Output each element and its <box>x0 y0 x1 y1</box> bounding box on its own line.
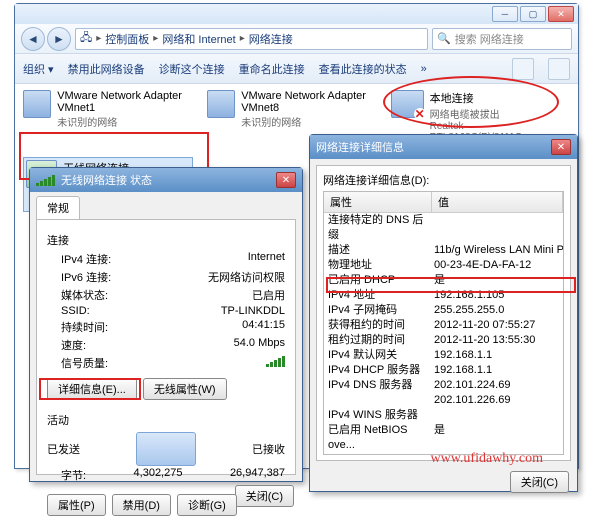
more-button[interactable]: » <box>421 63 427 75</box>
diagnose-button[interactable]: 诊断(G) <box>177 494 237 516</box>
table-row[interactable]: IPv4 WINS 服务器 <box>324 408 563 423</box>
table-row[interactable]: 连接特定的 DNS 后缀 <box>324 213 563 243</box>
diagnose-button[interactable]: 诊断这个连接 <box>159 61 225 77</box>
recv-label: 已接收 <box>252 441 285 457</box>
folder-icon: 🖧 <box>80 29 92 48</box>
details-button[interactable]: 详细信息(E)... <box>47 378 137 400</box>
table-row[interactable]: 已启用 NetBIOS ove...是 <box>324 423 563 453</box>
maximize-button[interactable]: ▢ <box>520 6 546 22</box>
organize-button[interactable]: 组织 ▾ <box>23 61 54 77</box>
activity-icon <box>136 432 196 466</box>
back-button[interactable]: ◄ <box>21 27 45 51</box>
dialog-titlebar: 无线网络连接 状态 ✕ <box>30 168 302 192</box>
breadcrumb[interactable]: 🖧 ▸ 控制面板 ▸ 网络和 Internet ▸ 网络连接 <box>75 28 428 50</box>
wireless-props-button[interactable]: 无线属性(W) <box>143 378 227 400</box>
table-row[interactable]: IPv4 DNS 服务器202.101.224.69 <box>324 378 563 393</box>
section-activity: 活动 <box>47 412 285 428</box>
signal-icon <box>36 174 55 186</box>
adapter-status: 未识别的网络 <box>57 114 193 129</box>
table-row[interactable]: 租约过期的时间2012-11-20 13:55:30 <box>324 333 563 348</box>
bc-connections[interactable]: 网络连接 <box>249 31 293 47</box>
search-input[interactable]: 🔍 搜索 网络连接 <box>432 28 572 50</box>
adapter-vmnet1[interactable]: VMware Network Adapter VMnet1 未识别的网络 <box>23 90 193 143</box>
signal-bars <box>266 355 285 367</box>
navbar: ◄ ► 🖧 ▸ 控制面板 ▸ 网络和 Internet ▸ 网络连接 🔍 搜索 … <box>15 24 578 54</box>
adapter-name: VMware Network Adapter VMnet8 <box>241 90 377 114</box>
detail-heading: 网络连接详细信息(D): <box>323 172 564 188</box>
table-row[interactable]: 202.101.226.69 <box>324 393 563 408</box>
status-dialog: 无线网络连接 状态 ✕ 常规 连接 IPv4 连接:Internet IPv6 … <box>29 167 303 482</box>
table-row[interactable]: 已启用 DHCP是 <box>324 273 563 288</box>
viewstatus-button[interactable]: 查看此连接的状态 <box>319 61 407 77</box>
titlebar: ─ ▢ ✕ <box>15 4 578 24</box>
watermark: www.ufidawhy.com <box>431 451 544 467</box>
section-connection: 连接 <box>47 232 285 248</box>
minimize-button[interactable]: ─ <box>492 6 518 22</box>
adapter-status: 未识别的网络 <box>241 114 377 129</box>
close-button[interactable]: ✕ <box>551 139 571 155</box>
adapter-icon <box>391 90 424 118</box>
search-placeholder: 搜索 网络连接 <box>455 31 524 47</box>
properties-button[interactable]: 属性(P) <box>47 494 106 516</box>
close-button[interactable]: ✕ <box>276 172 296 188</box>
help-icon[interactable] <box>548 58 570 80</box>
detail-dialog: 网络连接详细信息 ✕ 网络连接详细信息(D): 属性 值 连接特定的 DNS 后… <box>309 134 578 492</box>
dialog-title: 无线网络连接 状态 <box>61 172 152 188</box>
dialog-title: 网络连接详细信息 <box>316 139 404 155</box>
rename-button[interactable]: 重命名此连接 <box>239 61 305 77</box>
table-row[interactable]: IPv4 DHCP 服务器192.168.1.1 <box>324 363 563 378</box>
adapter-name: VMware Network Adapter VMnet1 <box>57 90 193 114</box>
search-icon: 🔍 <box>437 32 451 45</box>
table-row[interactable]: 获得租约的时间2012-11-20 07:55:27 <box>324 318 563 333</box>
table-row[interactable]: IPv4 子网掩码255.255.255.0 <box>324 303 563 318</box>
disable-button[interactable]: 禁用此网络设备 <box>68 61 145 77</box>
table-row[interactable]: 物理地址00-23-4E-DA-FA-12 <box>324 258 563 273</box>
adapter-icon <box>207 90 235 118</box>
detail-table: 属性 值 连接特定的 DNS 后缀描述11b/g Wireless LAN Mi… <box>323 191 564 455</box>
adapter-status: 网络电缆被拔出 <box>430 106 561 121</box>
adapter-icon <box>23 90 51 118</box>
bc-control[interactable]: 控制面板 <box>105 31 149 47</box>
table-row[interactable]: 描述11b/g Wireless LAN Mini PCI Ex <box>324 243 563 258</box>
dialog-titlebar: 网络连接详细信息 ✕ <box>310 135 577 159</box>
close-button[interactable]: 关闭(C) <box>510 471 569 493</box>
table-row[interactable]: IPv4 地址192.168.1.105 <box>324 288 563 303</box>
col-value: 值 <box>432 192 563 212</box>
adapter-name: 本地连接 <box>430 90 561 106</box>
table-row[interactable]: IPv4 默认网关192.168.1.1 <box>324 348 563 363</box>
disable-button[interactable]: 禁用(D) <box>112 494 171 516</box>
col-property: 属性 <box>324 192 432 212</box>
toolbar: 组织 ▾ 禁用此网络设备 诊断这个连接 重命名此连接 查看此连接的状态 » <box>15 54 578 84</box>
sent-label: 已发送 <box>47 441 80 457</box>
view-icon[interactable] <box>512 58 534 80</box>
tab-general[interactable]: 常规 <box>36 196 80 219</box>
forward-button[interactable]: ► <box>47 27 71 51</box>
bc-network[interactable]: 网络和 Internet <box>162 31 235 47</box>
close-button[interactable]: ✕ <box>548 6 574 22</box>
